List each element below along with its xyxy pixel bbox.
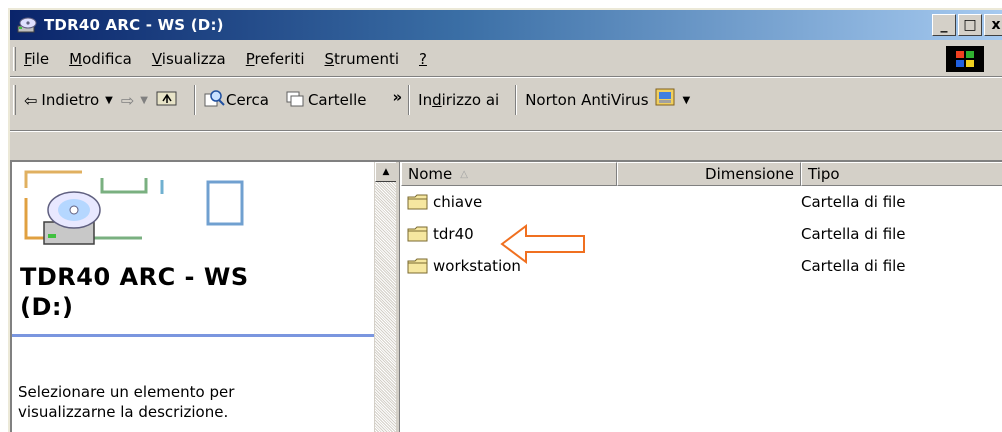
scroll-track[interactable] [375,182,397,432]
folder-icon [407,225,429,243]
sort-ascending-icon: △ [460,168,468,180]
address-bar-label[interactable]: In d irizzo ai [418,91,499,109]
menu-strumenti-accel: S [324,50,335,68]
back-arrow-icon: ⇦ [24,90,38,110]
window-controls: _ □ x [932,14,1002,36]
toolbar-grip[interactable] [13,85,16,115]
folders-label: Cartelle [307,91,367,109]
menu-help-accel: ? [419,50,427,68]
list-item-name-cell: chiave [401,193,801,211]
drive-icon [16,15,38,35]
address-pre: In [418,91,433,109]
up-folder-button[interactable] [156,89,178,111]
menu-modifica-accel: M [69,50,83,68]
title-divider [12,334,374,337]
forward-dropdown-icon[interactable]: ▼ [140,95,148,106]
menu-modifica-label: odifica [82,50,132,68]
folder-icon [407,257,429,275]
menubar-separator [10,76,1002,78]
web-view-pane: TDR40 ARC - WS (D:) Selezionare un eleme… [12,162,374,432]
toolbar-separator-line [10,130,1002,132]
menu-visualizza-label: isualizza [161,50,226,68]
window-title: TDR40 ARC - WS (D:) [44,16,224,34]
column-header-name[interactable]: Nome △ [401,162,617,186]
list-item-name-cell: workstation [401,257,801,275]
column-header-size[interactable]: Dimensione [617,162,801,186]
list-item-name: chiave [433,193,483,211]
menu-grip[interactable] [13,47,16,71]
menu-strumenti-label: trumenti [334,50,399,68]
norton-dropdown-icon[interactable]: ▼ [683,95,691,106]
address-post: irizzo ai [441,91,500,109]
description-line1: Selezionare un elemento per [18,383,235,401]
content-area: TDR40 ARC - WS (D:) Selezionare un eleme… [10,160,1002,432]
explorer-window: TDR40 ARC - WS (D:) _ □ x File Modifica … [8,8,1002,432]
drive-title: TDR40 ARC - WS (D:) [20,262,249,322]
description-line2: visualizzarne la descrizione. [18,403,229,421]
menu-strumenti[interactable]: Strumenti [325,50,399,68]
folder-icon [407,193,429,211]
file-list: Nome △ Dimensione Tipo chiave Cartella d… [401,162,1002,432]
menu-file[interactable]: File [24,50,49,68]
toolbar-overflow-chevron[interactable]: » [392,88,402,106]
menu-preferiti[interactable]: Preferiti [246,50,305,68]
minimize-button[interactable]: _ [932,14,956,36]
forward-button[interactable]: ⇨ ▼ [121,91,148,110]
toolbar: ⇦ Indietro ▼ ⇨ ▼ Cerca Cartelle » In d i… [10,80,1002,120]
title-bar[interactable]: TDR40 ARC - WS (D:) _ □ x [10,10,1002,40]
column-headers: Nome △ Dimensione Tipo [401,162,1002,186]
annotation-arrow-icon [500,224,585,264]
list-item[interactable]: chiave Cartella di file [401,188,906,216]
up-folder-icon [156,89,178,111]
menu-visualizza[interactable]: Visualizza [152,50,226,68]
list-item[interactable]: workstation Cartella di file [401,252,906,280]
list-item-name: tdr40 [433,225,474,243]
forward-arrow-icon: ⇨ [120,90,135,110]
menu-visualizza-accel: V [151,50,162,68]
list-item-type: Cartella di file [801,193,906,211]
folders-button[interactable]: Cartelle [285,89,367,111]
drive-title-line1: TDR40 ARC - WS [20,263,249,291]
menu-help[interactable]: ? [419,50,427,68]
left-pane-scrollbar[interactable]: ▲ [374,162,397,432]
drive-title-line2: (D:) [20,293,74,321]
norton-icon [655,88,677,112]
toolbar-separator [193,85,196,115]
toolbar-separator-2 [408,85,411,115]
menu-file-accel: F [24,50,32,68]
menu-modifica[interactable]: Modifica [69,50,132,68]
description-text: Selezionare un elemento per visualizzarn… [18,382,234,422]
norton-antivirus-button[interactable]: Norton AntiVirus ▼ [525,88,690,112]
address-accel: d [432,91,442,109]
search-label: Cerca [225,91,269,109]
list-item-type: Cartella di file [801,225,906,243]
list-item-name-cell: tdr40 [401,225,801,243]
pane-splitter[interactable] [396,162,400,432]
maximize-button[interactable]: □ [958,14,982,36]
close-button[interactable]: x [984,14,1002,36]
toolbar-separator-3 [515,85,518,115]
search-icon [204,88,226,112]
search-button[interactable]: Cerca [204,88,269,112]
menu-preferiti-accel: P [245,50,255,68]
column-name-label: Nome [408,165,453,183]
back-dropdown-icon[interactable]: ▼ [105,95,113,106]
windows-logo-icon [946,46,984,72]
list-item[interactable]: tdr40 Cartella di file [401,220,906,248]
back-label: Indietro [41,91,100,109]
column-type-label: Tipo [808,165,840,183]
cd-drive-icon [22,168,252,258]
list-item-type: Cartella di file [801,257,906,275]
norton-label: Norton AntiVirus [525,91,649,109]
scroll-up-button[interactable]: ▲ [375,162,397,182]
menu-bar: File Modifica Visualizza Preferiti Strum… [10,44,1002,74]
back-button[interactable]: ⇦ Indietro ▼ [24,91,113,110]
column-size-label: Dimensione [705,165,794,183]
folders-icon [285,89,305,111]
menu-preferiti-label: referiti [254,50,305,68]
column-header-type[interactable]: Tipo [801,162,1002,186]
menu-file-label: ile [31,50,50,68]
